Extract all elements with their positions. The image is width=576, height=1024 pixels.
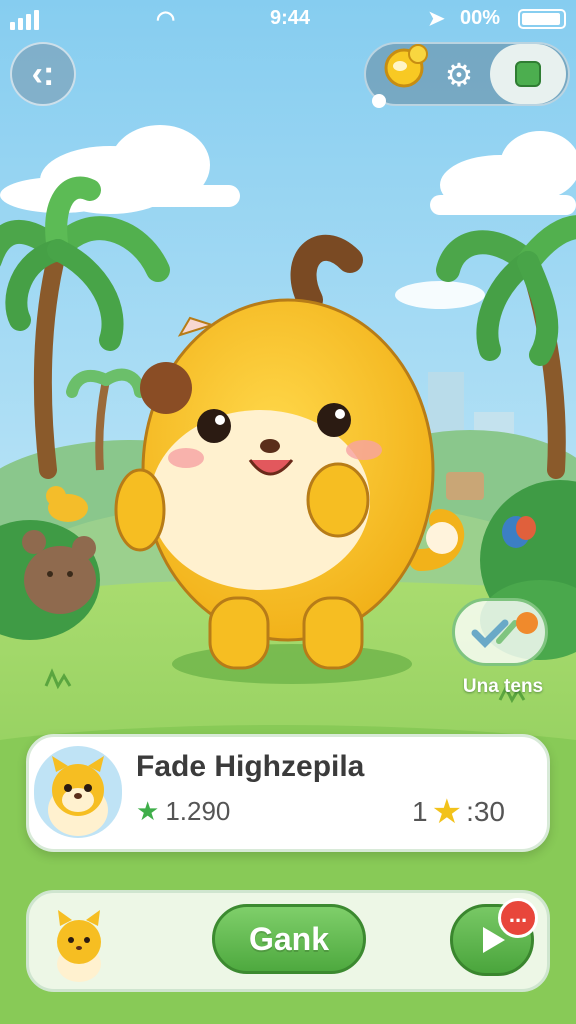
pet-avatar: [34, 746, 122, 838]
mini-pet-avatar[interactable]: [44, 902, 114, 984]
gold-star-icon: ★: [431, 793, 463, 831]
indicator-dot: [372, 94, 386, 108]
location-arrow-icon: ➤: [428, 8, 445, 30]
back-icon: ‹:: [31, 54, 55, 93]
signal-icon: [10, 10, 39, 30]
gear-icon[interactable]: ⚙: [442, 58, 476, 92]
back-button[interactable]: ‹:: [10, 42, 76, 106]
pet-score-value: 1.290: [165, 796, 231, 826]
menu-button[interactable]: [490, 44, 566, 104]
stars-level: 1: [412, 796, 428, 827]
status-time: 9:44: [270, 7, 311, 29]
green-star-icon: ★: [136, 796, 160, 826]
side-achievement-badge[interactable]: [452, 598, 548, 666]
side-badge-label: Una tens: [462, 676, 544, 697]
battery-percent: 00%: [460, 7, 501, 29]
pet-name: Fade Highzepila: [136, 750, 365, 783]
pet-stars: 1 ★ :30: [412, 792, 505, 832]
coin-icon[interactable]: [380, 42, 432, 90]
notification-badge: ...: [498, 898, 538, 938]
status-bar: ◠ 9:44 ➤ 00%: [0, 0, 576, 36]
stars-count: :30: [466, 796, 505, 827]
wifi-icon: ◠: [156, 6, 176, 31]
chat-check-icon: [471, 612, 538, 648]
pet-score: ★ 1.290: [136, 796, 230, 827]
green-square-icon: [515, 61, 541, 87]
game-scene: [0, 0, 576, 1024]
gank-button[interactable]: Gank: [212, 904, 366, 974]
battery-icon: [518, 9, 566, 29]
